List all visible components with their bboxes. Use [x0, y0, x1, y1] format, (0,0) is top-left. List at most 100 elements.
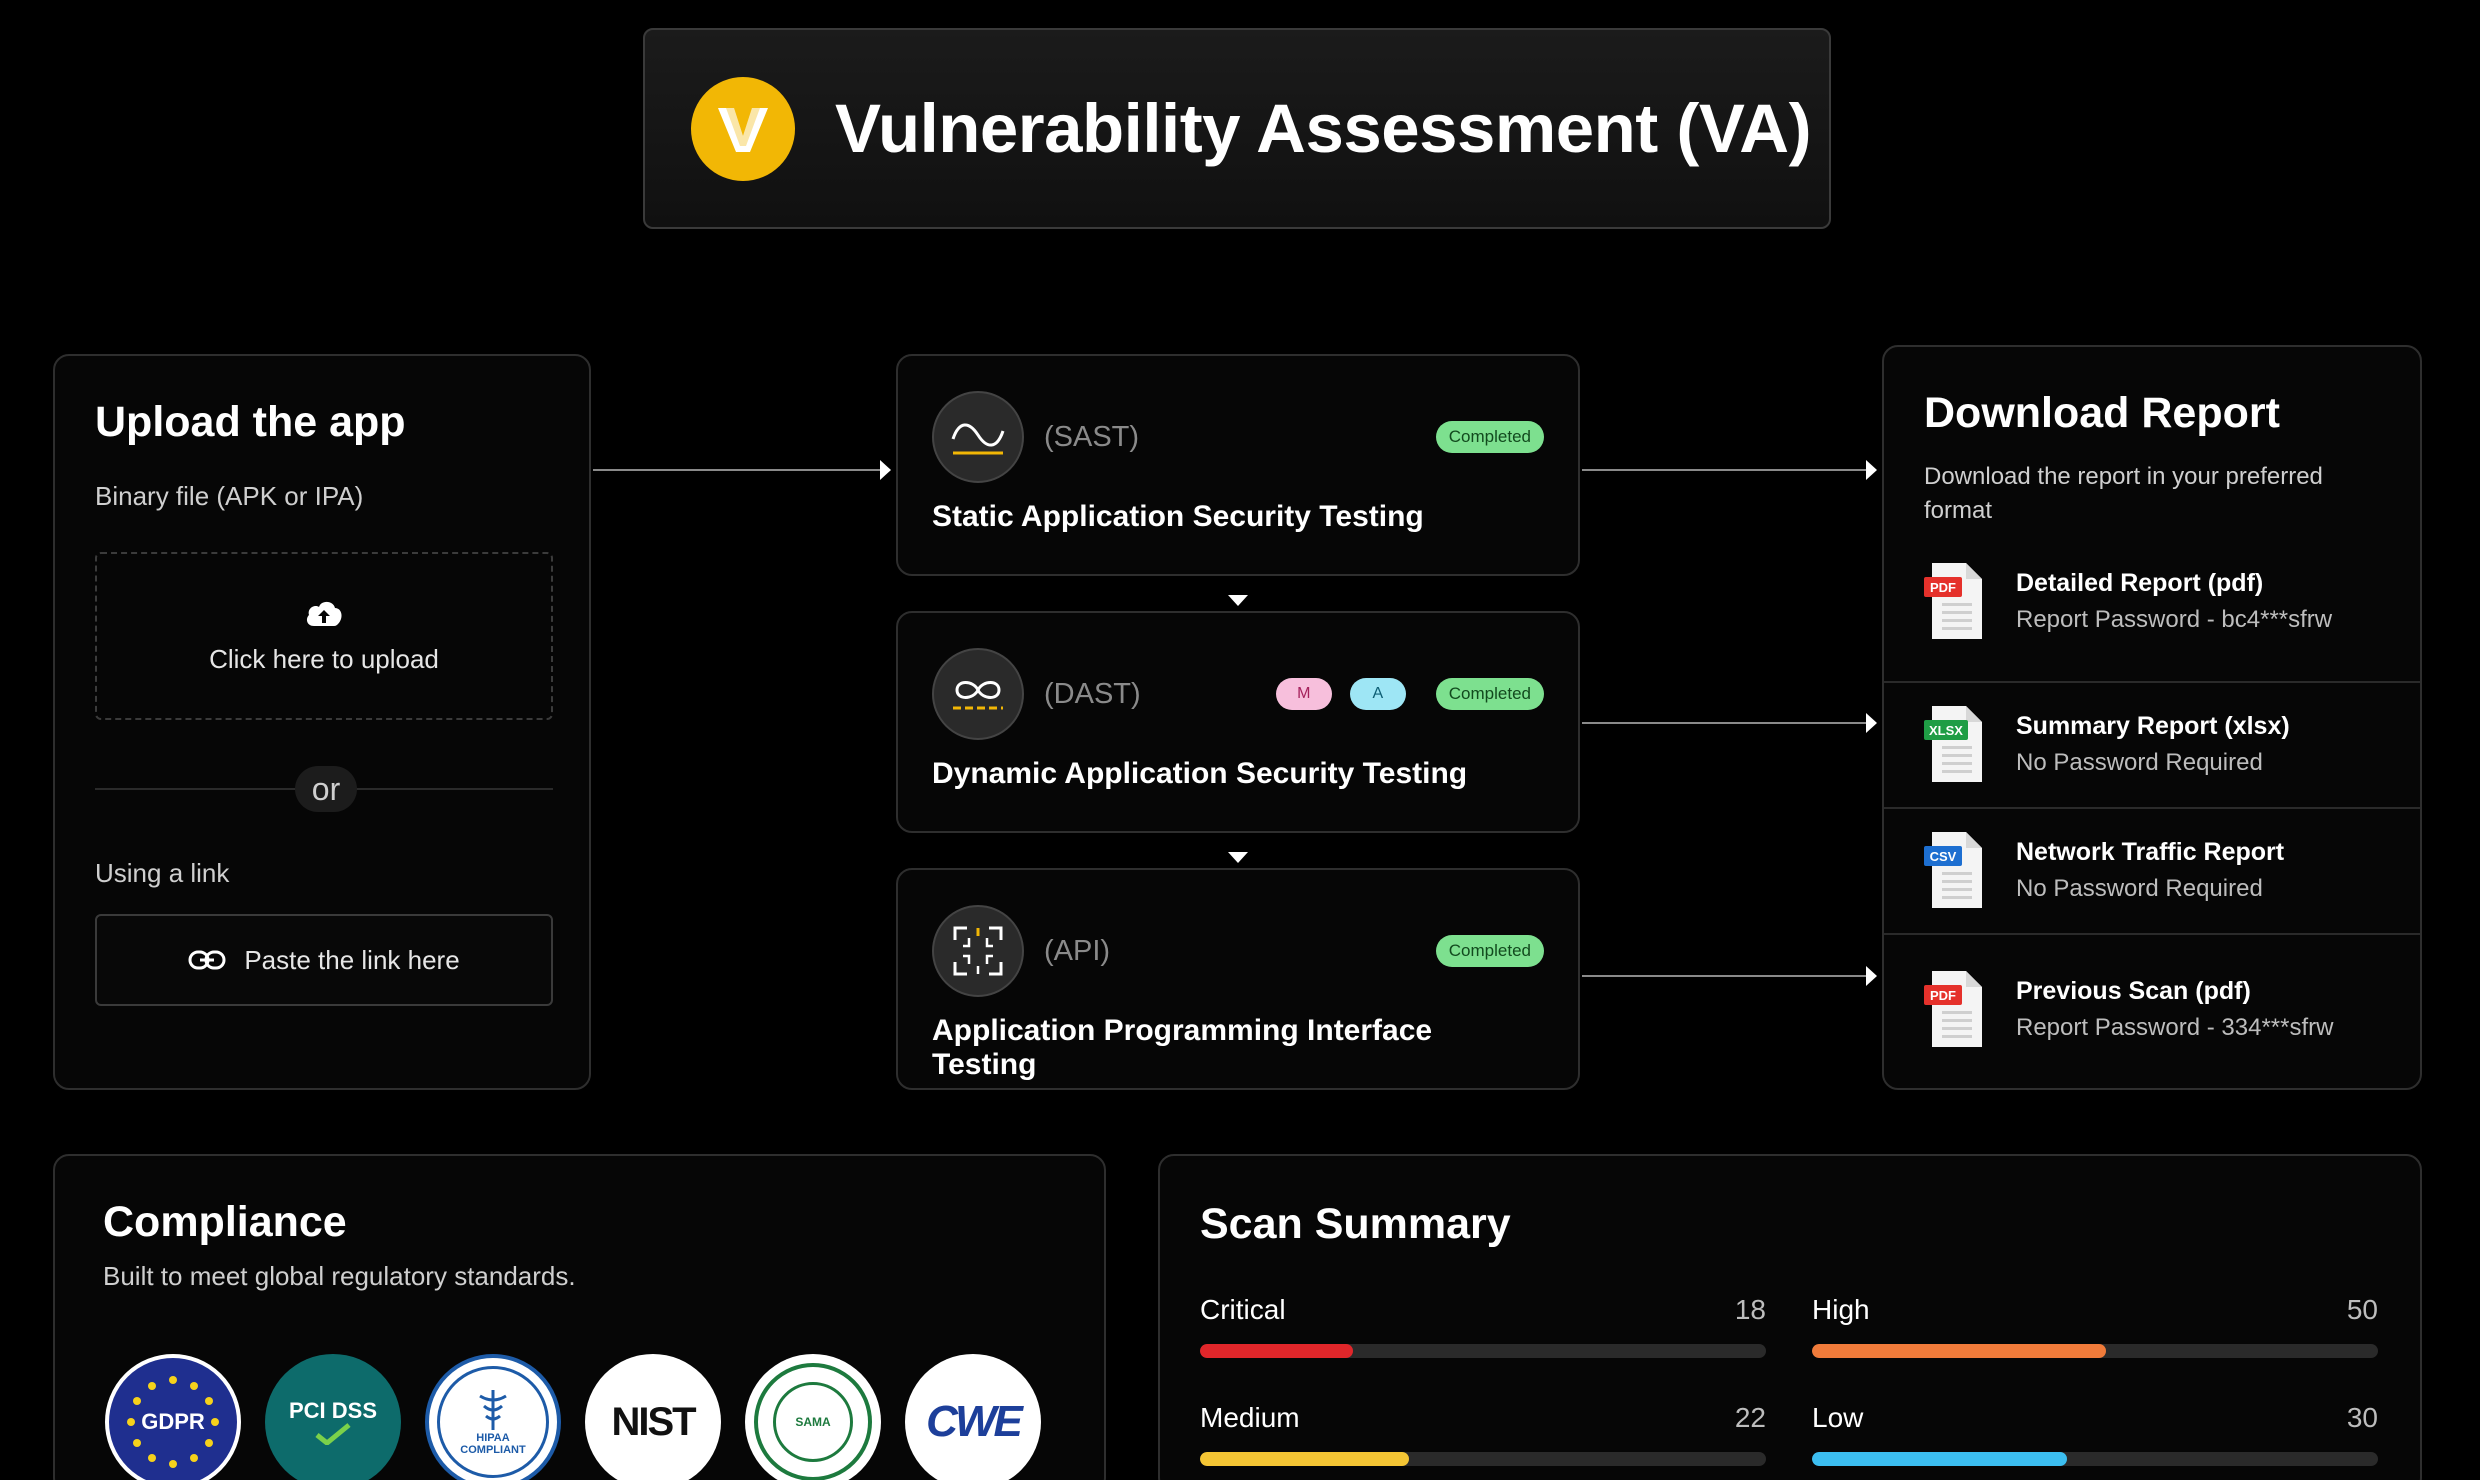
brand-logo — [691, 76, 795, 181]
metric-value: 50 — [2346, 1294, 2378, 1325]
upload-title: Upload the app — [95, 398, 406, 446]
test-name: Static Application Security Testing — [932, 500, 1424, 533]
hipaa-text: HIPAA COMPLIANT — [460, 1432, 526, 1456]
file-type-label: CSV — [1929, 848, 1957, 864]
test-name: Dynamic Application Security Testing — [932, 757, 1468, 790]
file-type-label: XLSX — [1929, 722, 1963, 738]
manual-chip: M — [1275, 678, 1332, 710]
pci-text: PCI DSS — [288, 1398, 378, 1423]
scan-summary-card: Scan Summary Critical 18 High 50 Medium … — [1158, 1154, 2422, 1480]
paste-link-button[interactable]: Paste the link here — [95, 914, 553, 1006]
connector-line — [1582, 722, 1867, 724]
or-separator: or — [295, 766, 357, 812]
file-type-label: PDF — [1930, 987, 1956, 1003]
metric-high: High 50 — [1812, 1294, 2378, 1358]
status-badge: Completed — [1435, 678, 1544, 710]
nist-logo: NIST — [585, 1354, 721, 1480]
report-password: No Password Required — [2016, 748, 2263, 776]
dast-card[interactable]: (DAST) M A Completed Dynamic Application… — [896, 611, 1580, 833]
nist-text: NIST — [611, 1399, 696, 1444]
cloud-upload-icon — [306, 601, 342, 626]
hipaa-logo: HIPAA COMPLIANT — [425, 1354, 561, 1480]
automated-chip: A — [1349, 678, 1406, 710]
arrow-right-icon — [1866, 460, 1877, 480]
sama-logo: SAMA — [745, 1354, 881, 1480]
cwe-logo: CWE — [905, 1354, 1041, 1480]
test-tag: (DAST) — [1044, 677, 1141, 710]
report-password: No Password Required — [2016, 874, 2263, 902]
report-password: Report Password - 334***sfrw — [2016, 1013, 2334, 1041]
file-type-label: PDF — [1930, 579, 1956, 595]
v-logo-icon — [718, 107, 768, 152]
report-name: Detailed Report (pdf) — [2016, 568, 2264, 597]
metric-low: Low 30 — [1812, 1402, 2378, 1466]
gdpr-text: GDPR — [141, 1409, 205, 1434]
xlsx-file-icon: XLSX — [1924, 704, 1986, 784]
report-password: Report Password - bc4***sfrw — [2016, 605, 2333, 633]
metric-label: Critical — [1200, 1294, 1286, 1325]
test-tag: (API) — [1044, 934, 1111, 967]
report-item-network[interactable]: CSV Network Traffic Report No Password R… — [1884, 807, 2420, 931]
arrow-down-icon — [1228, 595, 1248, 606]
pdf-file-icon: PDF — [1924, 561, 1986, 641]
status-badge: Completed — [1435, 421, 1544, 453]
link-icon — [188, 950, 226, 970]
upload-text: Click here to upload — [209, 643, 439, 674]
scan-summary-title: Scan Summary — [1200, 1200, 1511, 1248]
metric-label: Low — [1812, 1402, 1864, 1433]
test-name: Application Programming Interface Testin… — [932, 1014, 1433, 1081]
metric-bar — [1200, 1344, 1766, 1358]
download-title: Download Report — [1924, 389, 2280, 437]
connector-line — [593, 469, 881, 471]
test-tag: (SAST) — [1044, 420, 1140, 453]
api-card[interactable]: (API) Completed Application Programming … — [896, 868, 1580, 1090]
metric-value: 18 — [1734, 1294, 1766, 1325]
upload-card: Upload the app Binary file (APK or IPA) … — [53, 354, 591, 1090]
paste-link-label: Paste the link here — [244, 944, 460, 975]
binary-file-label: Binary file (APK or IPA) — [95, 481, 364, 511]
metric-value: 22 — [1734, 1402, 1766, 1433]
metric-label: High — [1812, 1294, 1870, 1325]
page-title: Vulnerability Assessment (VA) — [835, 90, 1812, 167]
caduceus-icon — [479, 1390, 507, 1430]
sast-card[interactable]: (SAST) Completed Static Application Secu… — [896, 354, 1580, 576]
connector-line — [1582, 975, 1867, 977]
status-badge: Completed — [1435, 935, 1544, 967]
cwe-text: CWE — [926, 1397, 1023, 1446]
metric-bar — [1812, 1344, 2378, 1358]
metric-bar-fill — [1812, 1344, 2107, 1358]
page-header: Vulnerability Assessment (VA) — [643, 28, 1831, 229]
arrow-right-icon — [1866, 713, 1877, 733]
upload-dropzone[interactable]: Click here to upload — [95, 552, 553, 720]
csv-file-icon: CSV — [1924, 830, 1986, 910]
metric-value: 30 — [2346, 1402, 2378, 1433]
arrow-right-icon — [880, 460, 891, 480]
metric-bar-fill — [1812, 1452, 2067, 1466]
download-subtitle: Download the report in your preferred fo… — [1924, 463, 2323, 524]
report-item-summary[interactable]: XLSX Summary Report (xlsx) No Password R… — [1884, 681, 2420, 805]
compliance-subtitle: Built to meet global regulatory standard… — [103, 1261, 576, 1291]
link-label: Using a link — [95, 858, 230, 888]
metric-bar-fill — [1200, 1344, 1353, 1358]
compliance-title: Compliance — [103, 1198, 347, 1246]
compliance-card: Compliance Built to meet global regulato… — [53, 1154, 1106, 1480]
pdf-file-icon: PDF — [1924, 969, 1986, 1049]
metric-bar — [1812, 1452, 2378, 1466]
gdpr-logo: GDPR — [105, 1354, 241, 1480]
arrow-right-icon — [1866, 966, 1877, 986]
report-name: Previous Scan (pdf) — [2016, 976, 2251, 1005]
metric-bar-fill — [1200, 1452, 1410, 1466]
scan-frame-icon — [932, 905, 1024, 997]
report-item-detailed[interactable]: PDF Detailed Report (pdf) Report Passwor… — [1884, 539, 2420, 663]
infinity-icon — [932, 648, 1024, 740]
report-name: Network Traffic Report — [2016, 837, 2285, 866]
metric-medium: Medium 22 — [1200, 1402, 1766, 1466]
connector-line — [1582, 469, 1867, 471]
report-item-previous[interactable]: PDF Previous Scan (pdf) Report Password … — [1884, 933, 2420, 1083]
report-name: Summary Report (xlsx) — [2016, 711, 2290, 740]
metric-critical: Critical 18 — [1200, 1294, 1766, 1358]
arrow-down-icon — [1228, 852, 1248, 863]
sama-text: SAMA — [795, 1415, 831, 1429]
check-icon — [315, 1423, 351, 1445]
metric-bar — [1200, 1452, 1766, 1466]
